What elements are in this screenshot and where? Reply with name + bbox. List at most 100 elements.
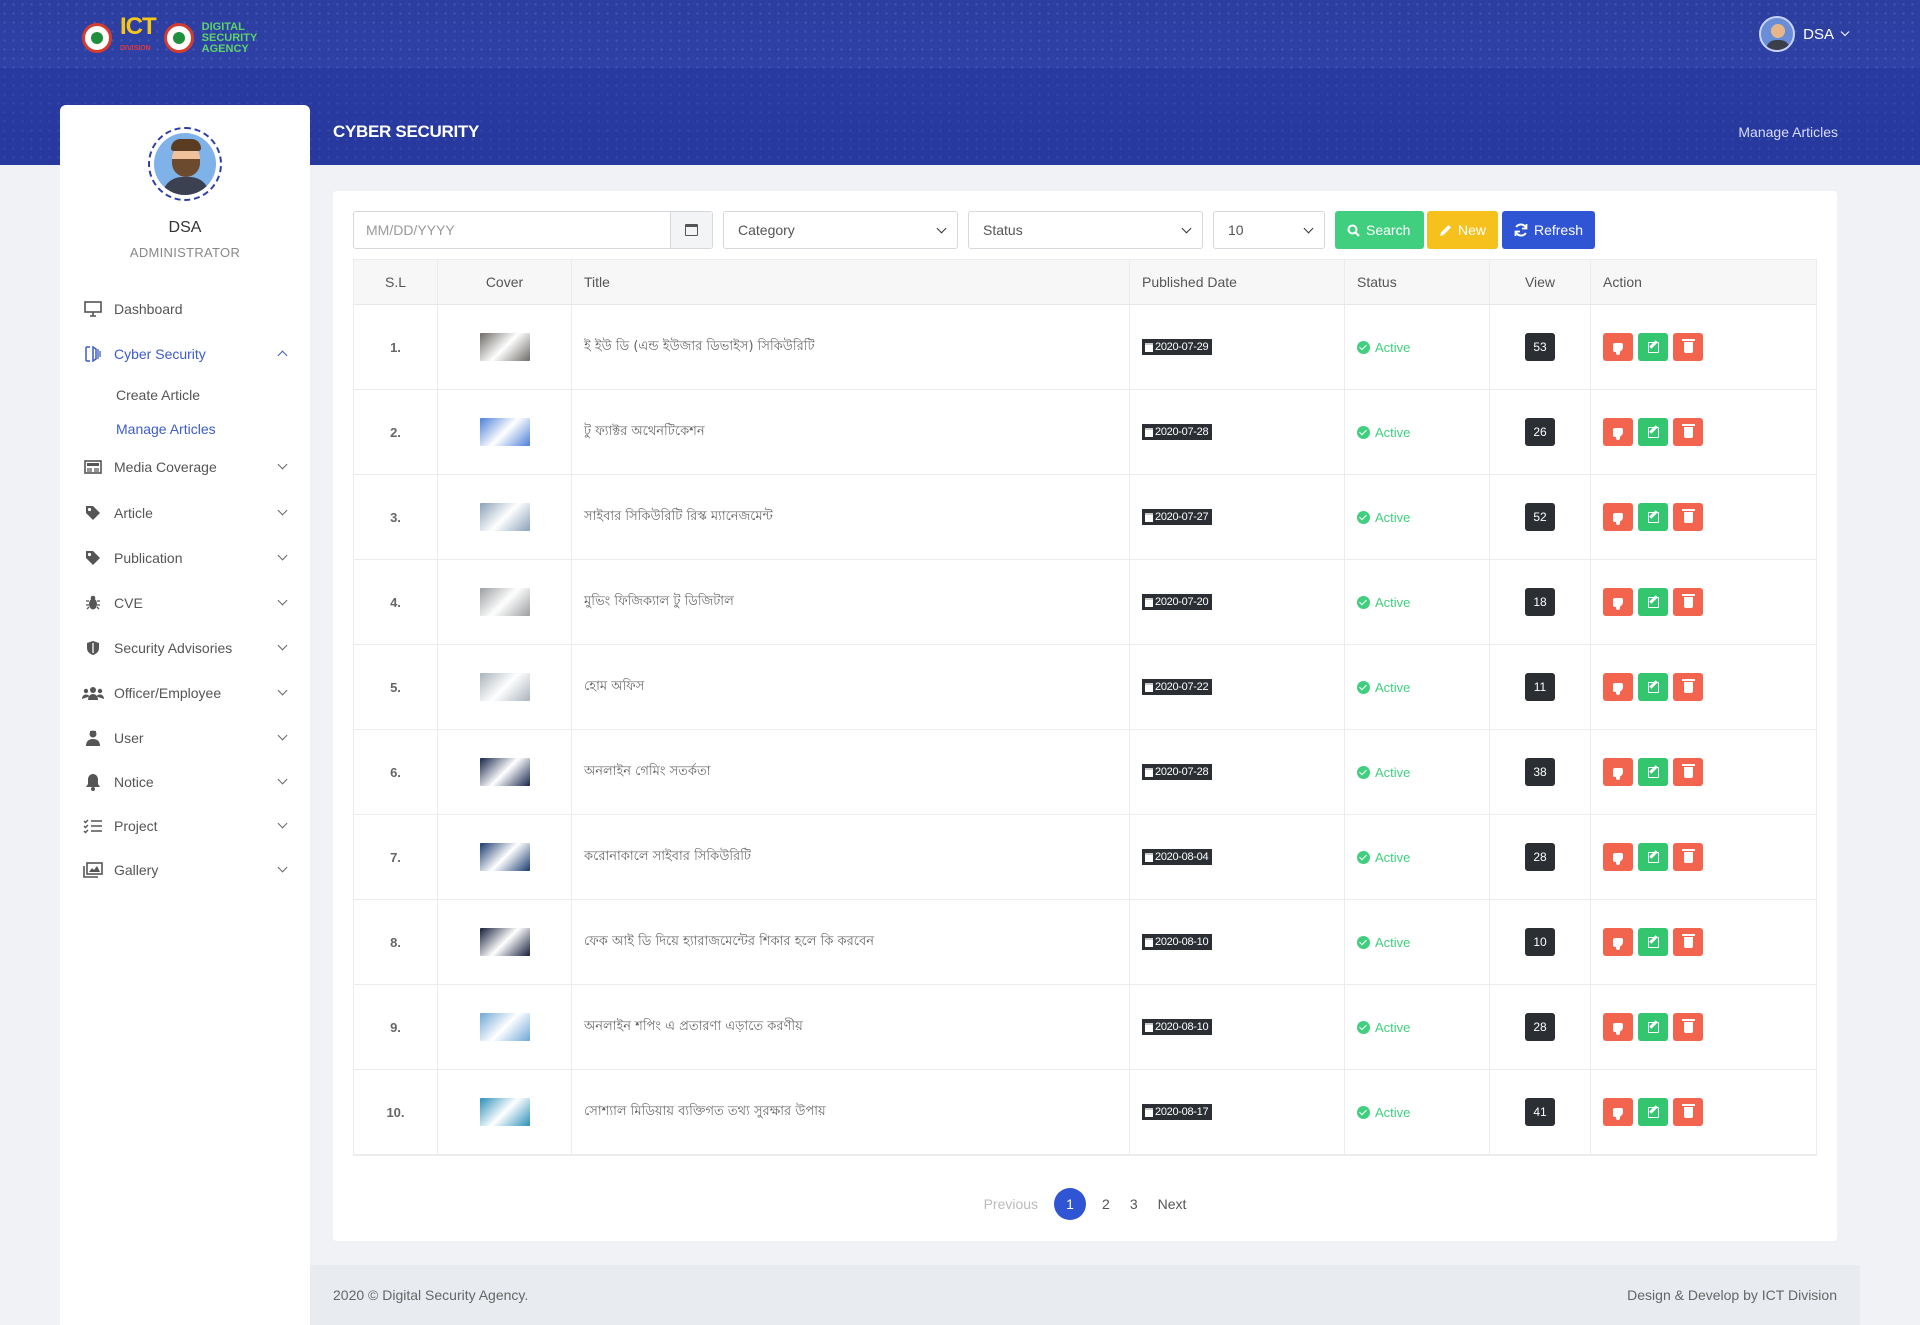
published-date-badge: 2020-07-28	[1142, 764, 1213, 780]
row-title-cell: সাইবার সিকিউরিটি রিস্ক ম্যানেজমেন্ট	[572, 475, 1130, 559]
unpublish-button[interactable]	[1603, 673, 1633, 701]
sidebar-item-dashboard[interactable]: Dashboard	[82, 296, 292, 322]
footer-copyright: 2020 © Digital Security Agency.	[333, 1287, 529, 1303]
pagination-page-2[interactable]: 2	[1092, 1188, 1120, 1220]
delete-button[interactable]	[1673, 418, 1703, 446]
delete-button[interactable]	[1673, 928, 1703, 956]
pagination-page-1[interactable]: 1	[1054, 1188, 1087, 1220]
edit-button[interactable]	[1638, 1013, 1668, 1041]
edit-button[interactable]	[1638, 1098, 1668, 1126]
pagination-next[interactable]: Next	[1148, 1188, 1197, 1220]
sidebar-item-cve[interactable]: CVE	[82, 590, 292, 616]
status-select[interactable]: Status	[968, 211, 1203, 249]
delete-button[interactable]	[1673, 843, 1703, 871]
row-title-cell: সোশ্যাল মিডিয়ায় ব্যক্তিগত তথ্য সুরক্ষা…	[572, 1070, 1130, 1154]
article-title[interactable]: ই ইউ ডি (এন্ড ইউজার ডিভাইস) সিকিউরিটি	[584, 337, 815, 358]
article-title[interactable]: সোশ্যাল মিডিয়ায় ব্যক্তিগত তথ্য সুরক্ষা…	[584, 1102, 826, 1123]
sidebar-item-security-advisories[interactable]: Security Advisories	[82, 635, 292, 661]
delete-button[interactable]	[1673, 1013, 1703, 1041]
pagination-previous[interactable]: Previous	[974, 1188, 1048, 1220]
cover-thumbnail[interactable]	[479, 843, 530, 871]
sidebar-item-article[interactable]: Article	[82, 500, 292, 526]
breadcrumb[interactable]: Manage Articles	[1738, 124, 1838, 140]
user-menu[interactable]: DSA	[1759, 16, 1850, 52]
unpublish-button[interactable]	[1603, 588, 1633, 616]
unpublish-button[interactable]	[1603, 843, 1633, 871]
user-icon	[82, 729, 104, 747]
article-title[interactable]: করোনাকালে সাইবার সিকিউরিটি	[584, 847, 751, 868]
cover-thumbnail[interactable]	[479, 673, 530, 701]
submenu-manage-articles[interactable]: Manage Articles	[116, 421, 216, 437]
row-cover-cell	[438, 475, 572, 559]
cover-thumbnail[interactable]	[479, 503, 530, 531]
sidebar-item-notice[interactable]: Notice	[82, 769, 292, 795]
row-serial: 5.	[390, 679, 401, 695]
edit-button[interactable]	[1638, 503, 1668, 531]
cover-thumbnail[interactable]	[479, 418, 530, 446]
cover-thumbnail[interactable]	[479, 588, 530, 616]
edit-button[interactable]	[1638, 333, 1668, 361]
search-button[interactable]: Search	[1335, 211, 1424, 249]
article-title[interactable]: টু ফ্যাক্টর অথেনটিকেশন	[584, 422, 705, 443]
pencil-icon	[1439, 224, 1451, 236]
per-page-select[interactable]: 10	[1213, 211, 1325, 249]
submenu-create-article[interactable]: Create Article	[116, 387, 200, 403]
view-count-badge: 26	[1525, 418, 1555, 446]
delete-button[interactable]	[1673, 333, 1703, 361]
date-input[interactable]: MM/DD/YYYY	[354, 212, 670, 248]
header-sl: S.L	[354, 260, 438, 304]
chevron-down-icon	[277, 459, 288, 470]
edit-icon	[1647, 936, 1659, 948]
edit-button[interactable]	[1638, 843, 1668, 871]
sidebar-item-gallery[interactable]: Gallery	[82, 857, 292, 883]
date-filter: MM/DD/YYYY	[353, 211, 713, 249]
category-select[interactable]: Category	[723, 211, 958, 249]
pagination-page-3[interactable]: 3	[1120, 1188, 1148, 1220]
delete-button[interactable]	[1673, 503, 1703, 531]
sidebar-item-cyber-security[interactable]: Cyber Security	[82, 341, 292, 367]
article-title[interactable]: হোম অফিস	[584, 677, 644, 698]
unpublish-button[interactable]	[1603, 928, 1633, 956]
sidebar-item-user[interactable]: User	[82, 725, 292, 751]
edit-button[interactable]	[1638, 673, 1668, 701]
cover-thumbnail[interactable]	[479, 333, 530, 361]
cover-thumbnail[interactable]	[479, 1098, 530, 1126]
row-action-cell	[1591, 390, 1816, 474]
calendar-button[interactable]	[670, 212, 712, 248]
cover-thumbnail[interactable]	[479, 758, 530, 786]
edit-button[interactable]	[1638, 418, 1668, 446]
unpublish-button[interactable]	[1603, 1013, 1633, 1041]
article-title[interactable]: সাইবার সিকিউরিটি রিস্ক ম্যানেজমেন্ট	[584, 507, 773, 528]
delete-button[interactable]	[1673, 758, 1703, 786]
cover-thumbnail[interactable]	[479, 1013, 530, 1041]
monitor-icon	[82, 300, 104, 318]
unpublish-button[interactable]	[1603, 418, 1633, 446]
sidebar-item-project[interactable]: Project	[82, 813, 292, 839]
delete-button[interactable]	[1673, 1098, 1703, 1126]
edit-button[interactable]	[1638, 588, 1668, 616]
tasks-icon	[82, 817, 104, 835]
unpublish-button[interactable]	[1603, 333, 1633, 361]
article-title[interactable]: অনলাইন শপিং এ প্রতারণা এড়াতে করণীয়	[584, 1017, 803, 1038]
article-title[interactable]: ফেক আই ডি দিয়ে হ্যারাজমেন্টের শিকার হলে…	[584, 932, 874, 953]
refresh-icon	[1514, 223, 1528, 237]
unpublish-button[interactable]	[1603, 503, 1633, 531]
article-title[interactable]: মুভিং ফিজিক্যাল টু ডিজিটাল	[584, 592, 734, 613]
cover-thumbnail[interactable]	[479, 928, 530, 956]
edit-icon	[1647, 1106, 1659, 1118]
chevron-down-icon	[277, 550, 288, 561]
unpublish-button[interactable]	[1603, 1098, 1633, 1126]
new-button[interactable]: New	[1427, 211, 1498, 249]
sidebar-item-publication[interactable]: Publication	[82, 545, 292, 571]
sidebar-item-media-coverage[interactable]: Media Coverage	[82, 454, 292, 480]
edit-button[interactable]	[1638, 928, 1668, 956]
chevron-down-icon	[277, 774, 288, 785]
refresh-button[interactable]: Refresh	[1502, 211, 1595, 249]
edit-button[interactable]	[1638, 758, 1668, 786]
delete-button[interactable]	[1673, 588, 1703, 616]
article-title[interactable]: অনলাইন গেমিং সতর্কতা	[584, 762, 711, 783]
delete-button[interactable]	[1673, 673, 1703, 701]
sidebar-item-officer-employee[interactable]: Officer/Employee	[82, 680, 292, 706]
unpublish-button[interactable]	[1603, 758, 1633, 786]
brand-logos[interactable]: ICT DIVISION DIGITAL SECURITY AGENCY	[82, 15, 272, 60]
